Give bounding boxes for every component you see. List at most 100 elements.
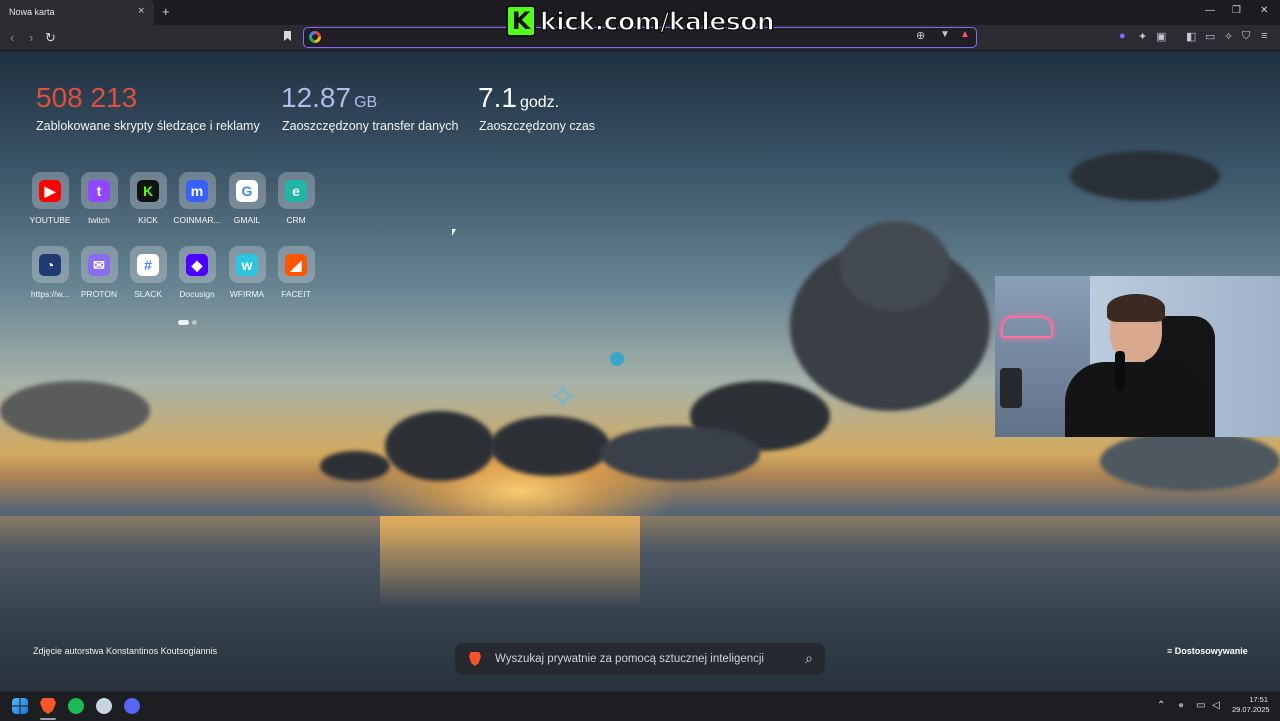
sticker-icon (610, 352, 624, 366)
search-placeholder[interactable]: Wyszukaj prywatnie za pomocą sztucznej i… (495, 653, 764, 665)
shortcut-tile[interactable]: K KICK (122, 172, 174, 225)
close-window-icon[interactable]: ✕ (1260, 5, 1268, 16)
ai-search-box[interactable]: Wyszukaj prywatnie za pomocą sztucznej i… (455, 643, 825, 675)
brave-logo-icon (469, 652, 481, 666)
tray-chevron-icon[interactable]: ⌃ (1157, 700, 1165, 711)
shortcut-label: COINMAR... (173, 215, 221, 225)
shortcut-tile[interactable]: m COINMAR... (171, 172, 223, 225)
steam-icon[interactable] (96, 698, 112, 714)
system-clock[interactable]: 17:51 29.07.2025 (1232, 695, 1270, 715)
sidebar-icon[interactable]: ◧ (1186, 30, 1196, 43)
stat-bandwidth-unit: GB (354, 94, 378, 111)
shortcut-icon-frame[interactable]: ▶ (31, 172, 69, 209)
vpn-shield-icon[interactable]: ⛉ (1242, 30, 1250, 43)
kick-icon: K (137, 179, 159, 202)
shortcut-icon-frame[interactable]: ◆ (178, 246, 216, 283)
coinmarketcap-icon: m (186, 179, 208, 202)
cloud (320, 451, 390, 481)
search-icon[interactable]: ⌕ (805, 650, 813, 667)
volume-icon[interactable]: ◁ (1212, 700, 1220, 711)
windows-start-icon[interactable] (12, 698, 28, 714)
cloud (0, 381, 150, 441)
close-tab-icon[interactable]: × (138, 5, 144, 17)
shortcut-icon-frame[interactable]: m (178, 172, 216, 209)
shortcut-icon-frame[interactable]: w (228, 246, 266, 283)
stat-time-label: Zaoszczędzony czas (479, 119, 596, 133)
proton-mail-icon: ✉ (88, 253, 110, 276)
shortcut-tile[interactable]: ◆ Docusign (171, 246, 223, 299)
shortcut-tile[interactable]: # SLACK (122, 246, 174, 299)
brave-shields-icon[interactable]: ▼ (940, 29, 950, 40)
neon-sign (1001, 316, 1053, 338)
shortcut-icon-frame[interactable]: ◢ (277, 246, 315, 283)
shortcut-tile[interactable]: ▶ YOUTUBE (24, 172, 76, 225)
page-dot-active[interactable] (178, 320, 189, 325)
ai-sparkle-icon[interactable]: ✧ (1224, 30, 1233, 43)
tab-title: Nowa karta (9, 7, 55, 17)
tab-new-tab[interactable]: Nowa karta × (0, 0, 154, 25)
stat-bandwidth-value: 12.87 GB (281, 82, 377, 114)
leo-ai-icon[interactable]: ● (1119, 30, 1126, 42)
spotify-icon[interactable] (68, 698, 84, 714)
zoom-icon[interactable]: ⊕ (916, 29, 925, 42)
shortcut-tile[interactable]: ◔ https://w... (24, 246, 76, 299)
shortcut-label: GMAIL (233, 215, 261, 225)
overlay-url-text: kick.com/kaleson (539, 6, 775, 37)
discord-icon[interactable] (124, 698, 140, 714)
shortcut-label: YOUTUBE (29, 215, 71, 225)
shortcut-label: Docusign (179, 289, 215, 299)
brave-star-icon: ✧ (548, 376, 579, 417)
minimize-icon[interactable]: — (1205, 5, 1215, 16)
maximize-icon[interactable]: ❐ (1232, 5, 1241, 16)
wallet-icon[interactable]: ▭ (1205, 30, 1215, 43)
cloud (385, 411, 495, 481)
customize-button[interactable]: ≡ Dostosowywanie (1167, 646, 1248, 656)
network-icon[interactable]: ▭ (1196, 700, 1205, 711)
shortcut-label: FACEIT (281, 289, 311, 299)
windows-taskbar: ⌃ ● ▭ ◁ 17:51 29.07.2025 (0, 691, 1280, 721)
extensions-icon[interactable]: ✦ (1138, 30, 1147, 43)
photo-credit[interactable]: Zdjęcie autorstwa Konstantinos Koutsogia… (33, 646, 217, 656)
faceit-icon: ◢ (285, 253, 307, 276)
shortcut-tile[interactable]: w WFIRMA (221, 246, 273, 299)
crm-icon: e (285, 179, 307, 202)
cloud (840, 221, 950, 311)
kick-logo-icon: K (506, 5, 536, 37)
forward-button[interactable]: › (29, 30, 33, 45)
shortcut-tile[interactable]: ◢ FACEIT (270, 246, 322, 299)
microphone (1115, 351, 1125, 391)
shortcut-tile[interactable]: e CRM (270, 172, 322, 225)
cloud (1100, 431, 1280, 491)
shortcut-icon-frame[interactable]: e (277, 172, 315, 209)
shortcut-label: WFIRMA (229, 289, 265, 299)
menu-icon[interactable]: ≡ (1261, 30, 1267, 42)
streamer-hair (1107, 294, 1165, 322)
back-button[interactable]: ‹ (10, 30, 14, 45)
shortcut-label: CRM (286, 215, 306, 225)
brave-rewards-icon[interactable]: ▲ (960, 29, 970, 40)
shortcut-icon-frame[interactable]: G (228, 172, 266, 209)
cloud (600, 426, 760, 481)
page-dot[interactable] (192, 320, 197, 325)
stream-overlay-banner: K kick.com/kaleson (506, 5, 775, 37)
brave-browser-icon[interactable] (40, 698, 56, 714)
stat-time-value: 7.1 godz. (478, 82, 559, 114)
reload-button[interactable]: ↻ (45, 30, 56, 46)
stat-blocked-label: Zablokowane skrypty śledzące i reklamy (36, 119, 260, 133)
shortcut-tile[interactable]: t twitch (73, 172, 125, 225)
shortcut-label: https://w... (30, 289, 70, 299)
docusign-icon: ◆ (186, 253, 208, 276)
shortcut-icon-frame[interactable]: # (129, 246, 167, 283)
new-tab-button[interactable]: + (162, 4, 170, 19)
microphone-icon[interactable]: ● (1178, 700, 1184, 711)
shortcut-icon-frame[interactable]: t (80, 172, 118, 209)
shortcut-icon-frame[interactable]: K (129, 172, 167, 209)
shortcut-tile[interactable]: G GMAIL (221, 172, 273, 225)
clock-time: 17:51 (1249, 695, 1268, 704)
shortcut-icon-frame[interactable]: ✉ (80, 246, 118, 283)
shortcut-icon-frame[interactable]: ◔ (31, 246, 69, 283)
shortcut-tile[interactable]: ✉ PROTON (73, 246, 125, 299)
screenshot-icon[interactable]: ▣ (1156, 30, 1166, 43)
stat-blocked-number: 508 213 (36, 82, 138, 113)
streamer-body (1065, 362, 1205, 437)
